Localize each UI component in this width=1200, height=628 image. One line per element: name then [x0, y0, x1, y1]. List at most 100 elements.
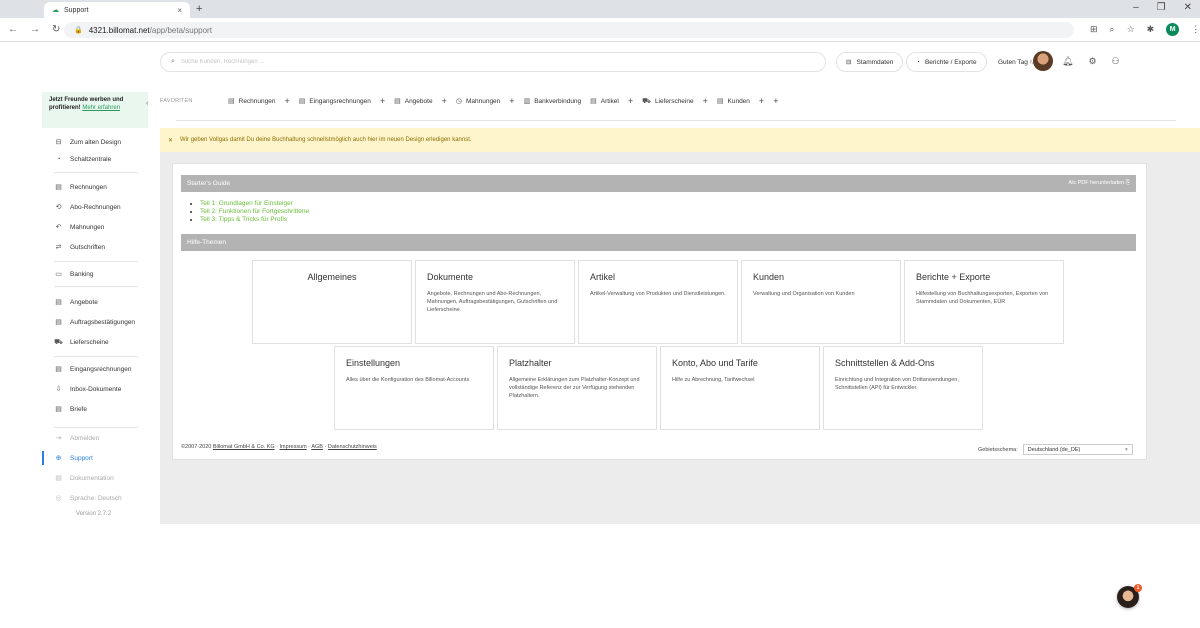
fav-add-new-button[interactable]: +	[773, 96, 778, 106]
translate-icon[interactable]: ⊞	[1090, 24, 1098, 35]
maximize-button[interactable]: ❐	[1157, 2, 1166, 13]
users-icon[interactable]: ⚇	[1112, 56, 1120, 67]
exchange-icon: ⇄	[55, 244, 62, 251]
topic-card-artikel[interactable]: Artikel Artikel-Verwaltung von Produkten…	[578, 260, 738, 344]
topic-title: Dokumente	[427, 272, 474, 282]
document-icon: ▤	[55, 406, 62, 413]
sidebar-item-credits[interactable]: ⇄ Gutschriften	[54, 243, 105, 252]
search-box[interactable]: ⌕	[160, 52, 826, 72]
sidebar-item-logout[interactable]: ⇥ Abmelden	[54, 434, 100, 443]
impressum-link[interactable]: Impressum	[280, 444, 307, 450]
sidebar-divider	[54, 172, 138, 173]
sidebar-item-label: Inbox-Dokumente	[70, 385, 122, 393]
agb-link[interactable]: AGB	[311, 444, 323, 450]
help-topics-header: Hilfe-Themen	[181, 234, 1136, 251]
new-tab-button[interactable]: +	[196, 3, 202, 15]
fav-lieferscheine[interactable]: ⛟ Lieferscheine	[642, 97, 693, 106]
sidebar-item-subscriptions[interactable]: ⟲ Abo-Rechnungen	[54, 203, 121, 212]
star-icon[interactable]: ☆	[1127, 24, 1135, 35]
collapse-sidebar-icon[interactable]: ‹	[146, 100, 148, 107]
guide-link-part3[interactable]: Teil 3: Tipps & Tricks für Profis	[200, 216, 309, 224]
starters-guide-list: Teil 1: Grundlagen für Einsteiger Teil 2…	[194, 200, 309, 224]
region-select[interactable]: Deutschland (de_DE) ▾	[1022, 444, 1133, 455]
sidebar-item-incoming-invoices[interactable]: ▤ Eingangsrechnungen	[54, 365, 131, 374]
fav-add-angebote-button[interactable]: +	[442, 96, 447, 106]
fav-rechnungen[interactable]: ▤ Rechnungen	[228, 97, 276, 106]
fav-add-artikel-button[interactable]: +	[628, 96, 633, 106]
topic-card-kunden[interactable]: Kunden Verwaltung und Organisation von K…	[741, 260, 901, 344]
sidebar-item-letters[interactable]: ▤ Briefe	[54, 405, 87, 414]
topic-card-dokumente[interactable]: Dokumente Angebote, Rechnungen und Abo-R…	[415, 260, 575, 344]
topic-desc: Hilfe zu Abrechnung, Tarifwechsel	[672, 377, 755, 383]
search-input[interactable]	[180, 59, 815, 65]
topic-card-schnittstellen[interactable]: Schnittstellen & Add-Ons Einrichtung und…	[823, 346, 983, 430]
sidebar-item-support[interactable]: ⊕ Support	[54, 454, 93, 463]
starters-guide-title: Starter's Guide	[187, 180, 231, 187]
close-window-button[interactable]: ✕	[1184, 2, 1192, 13]
lock-icon: 🔒	[74, 27, 83, 34]
sidebar-item-invoices[interactable]: ▤ Rechnungen	[54, 183, 107, 192]
back-icon[interactable]: ←	[8, 24, 18, 35]
topic-card-konto[interactable]: Konto, Abo und Tarife Hilfe zu Abrechnun…	[660, 346, 820, 430]
company-link[interactable]: Billomat GmbH & Co. KG	[213, 444, 275, 450]
stammdaten-button[interactable]: ⊟ Stammdaten	[836, 52, 904, 72]
globe-icon: ◎	[55, 495, 62, 502]
fav-kunden[interactable]: ▤ Kunden	[717, 97, 750, 106]
zoom-icon[interactable]: ⌕	[1110, 24, 1115, 35]
extensions-icon[interactable]: ✱	[1147, 24, 1155, 35]
pdf-download-link[interactable]: Als PDF herunterladen ⎘	[1068, 180, 1130, 187]
sidebar-item-inbox[interactable]: ⇩ Inbox-Dokumente	[54, 385, 122, 394]
guide-link-part2[interactable]: Teil 2: Funktionen für Fortgeschrittene	[200, 208, 309, 216]
tab-close-icon[interactable]: ×	[177, 6, 182, 15]
address-bar[interactable]: 🔒 4321.billomat.net /app/beta/support	[64, 22, 1074, 38]
fav-artikel[interactable]: ▤ Artikel	[590, 97, 619, 106]
gear-icon[interactable]: ⚙	[1088, 56, 1096, 67]
menu-icon[interactable]: ⋮	[1191, 24, 1200, 35]
document-icon: ▤	[55, 299, 62, 306]
fav-eingangsrechnungen[interactable]: ▤ Eingangsrechnungen	[298, 97, 371, 106]
sidebar-item-banking[interactable]: ▭ Banking	[54, 270, 93, 279]
sidebar-item-label: Angebote	[70, 298, 98, 306]
datenschutz-link[interactable]: Datenschutzhinweis	[328, 444, 377, 450]
sidebar-item-label: Abmelden	[70, 434, 100, 442]
sidebar-item-docs[interactable]: ▤ Dokumentation	[54, 474, 114, 483]
sidebar-item-language[interactable]: ◎ Sprache: Deutsch	[54, 494, 121, 503]
browser-tabbar: ☁ Support × + – ❐ ✕	[0, 0, 1200, 18]
sidebar-item-dashboard[interactable]: ◔ Schaltzentrale	[54, 156, 111, 163]
dashboard-icon: ◔	[56, 156, 61, 163]
forward-icon[interactable]: →	[30, 24, 40, 35]
region-value: Deutschland (de_DE)	[1027, 446, 1081, 453]
sidebar-item-reminders[interactable]: ↶ Mahnungen	[54, 223, 105, 232]
minimize-button[interactable]: –	[1133, 2, 1139, 13]
reload-icon[interactable]: ↻	[52, 24, 60, 35]
user-avatar[interactable]	[1033, 51, 1053, 71]
tab-favicon-icon: ☁	[52, 7, 59, 14]
fav-label: Bankverbindung	[534, 97, 582, 105]
sidebar-item-offers[interactable]: ▤ Angebote	[54, 298, 98, 307]
fav-mahnungen[interactable]: ◷ Mahnungen	[456, 97, 500, 106]
sidebar-item-label: Mahnungen	[70, 223, 105, 231]
document-icon: ▤	[298, 98, 306, 105]
sidebar-item-old-design[interactable]: ⊟ Zum alten Design	[54, 138, 121, 147]
fav-add-mahnungen-button[interactable]: +	[509, 96, 514, 106]
chart-icon: ◔	[916, 58, 920, 66]
fav-add-rechnungen-button[interactable]: +	[285, 96, 290, 106]
promo-link[interactable]: Mehr erfahren	[82, 105, 120, 111]
topic-card-allgemeines[interactable]: Allgemeines	[252, 260, 412, 344]
berichte-button[interactable]: ◔ Berichte / Exporte	[906, 52, 987, 72]
fav-bankverbindung[interactable]: ▥ Bankverbindung	[524, 97, 582, 106]
fav-add-lieferscheine-button[interactable]: +	[703, 96, 708, 106]
topic-card-berichte[interactable]: Berichte + Exporte Hilfestellung von Buc…	[904, 260, 1064, 344]
browser-tab[interactable]: ☁ Support ×	[44, 2, 190, 18]
fav-add-kunden-button[interactable]: +	[759, 96, 764, 106]
sidebar-item-confirmations[interactable]: ▤ Auftragsbestätigungen	[54, 318, 135, 327]
help-topics-title: Hilfe-Themen	[187, 239, 227, 246]
profile-avatar[interactable]: M	[1166, 23, 1180, 36]
fav-add-eingangsrechnungen-button[interactable]: +	[380, 96, 385, 106]
topic-card-einstellungen[interactable]: Einstellungen Alles über die Konfigurati…	[334, 346, 494, 430]
bell-icon[interactable]: 🔔︎	[1062, 56, 1073, 67]
fav-angebote[interactable]: ▤ Angebote	[394, 97, 432, 106]
sidebar-item-delivery-notes[interactable]: ⛟ Lieferscheine	[54, 338, 109, 347]
topic-card-platzhalter[interactable]: Platzhalter Allgemeine Erklärungen zum P…	[497, 346, 657, 430]
guide-link-part1[interactable]: Teil 1: Grundlagen für Einsteiger	[200, 200, 309, 208]
